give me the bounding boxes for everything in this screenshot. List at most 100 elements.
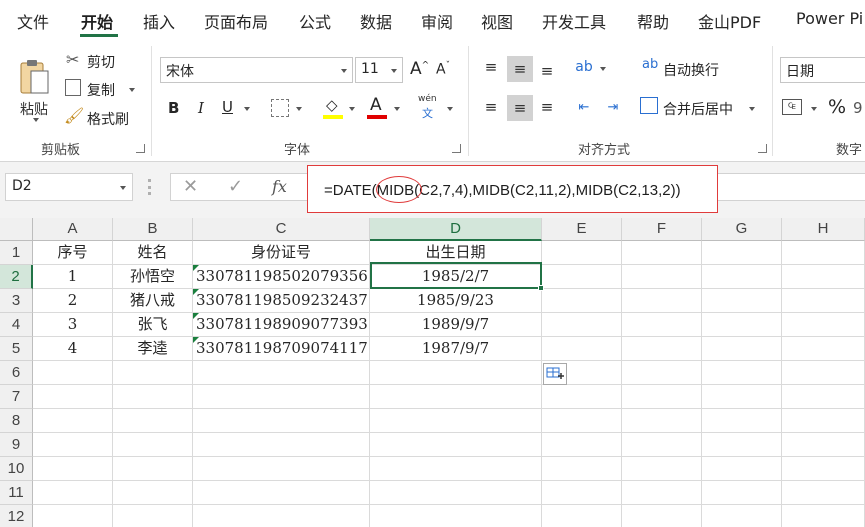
- formula-input[interactable]: =DATE(MIDB(C2,7,4),MIDB(C2,11,2),MIDB(C2…: [307, 165, 718, 213]
- column-header-e[interactable]: E: [542, 218, 622, 241]
- cell-h7[interactable]: [782, 385, 865, 409]
- cell-f9[interactable]: [622, 433, 702, 457]
- merge-center-button[interactable]: 合并后居中: [663, 99, 733, 119]
- paste-dropdown-icon[interactable]: [33, 118, 39, 122]
- cell-b3[interactable]: 猪八戒: [113, 289, 193, 313]
- cell-c9[interactable]: [193, 433, 370, 457]
- accounting-dropdown-icon[interactable]: [811, 107, 817, 111]
- row-header-11[interactable]: 11: [0, 481, 33, 505]
- cell-a9[interactable]: [33, 433, 113, 457]
- cell-f7[interactable]: [622, 385, 702, 409]
- row-header-2[interactable]: 2: [0, 265, 33, 289]
- cell-f2[interactable]: [622, 265, 702, 289]
- increase-indent-icon[interactable]: ⇥: [601, 95, 625, 119]
- merge-dropdown-icon[interactable]: [749, 107, 755, 111]
- phonetic-button[interactable]: wén: [418, 94, 437, 104]
- cell-d12[interactable]: [370, 505, 542, 527]
- cell-a7[interactable]: [33, 385, 113, 409]
- paste-button[interactable]: 粘贴: [14, 48, 54, 128]
- column-header-c[interactable]: C: [193, 218, 370, 241]
- row-header-5[interactable]: 5: [0, 337, 33, 361]
- cell-f6[interactable]: [622, 361, 702, 385]
- column-header-h[interactable]: H: [782, 218, 865, 241]
- tab-file[interactable]: 文件: [17, 9, 49, 33]
- cell-b1[interactable]: 姓名: [113, 241, 193, 265]
- cell-d6[interactable]: [370, 361, 542, 385]
- cell-f5[interactable]: [622, 337, 702, 361]
- select-all-corner[interactable]: [0, 218, 33, 241]
- cell-a8[interactable]: [33, 409, 113, 433]
- font-color-button[interactable]: A: [370, 95, 382, 115]
- cell-c6[interactable]: [193, 361, 370, 385]
- fill-handle[interactable]: [538, 285, 544, 291]
- align-bottom-icon[interactable]: ≡: [535, 60, 559, 82]
- row-header-7[interactable]: 7: [0, 385, 33, 409]
- cell-h4[interactable]: [782, 313, 865, 337]
- orientation-dropdown-icon[interactable]: [600, 67, 606, 71]
- cell-f1[interactable]: [622, 241, 702, 265]
- shrink-font-button[interactable]: Aˇ: [436, 61, 450, 78]
- cell-f12[interactable]: [622, 505, 702, 527]
- copy-dropdown-icon[interactable]: [129, 88, 135, 92]
- column-header-d[interactable]: D: [370, 218, 542, 241]
- row-header-9[interactable]: 9: [0, 433, 33, 457]
- align-middle-icon[interactable]: ≡: [507, 56, 533, 82]
- tab-formulas[interactable]: 公式: [299, 9, 331, 33]
- name-box[interactable]: D2: [5, 173, 133, 201]
- cell-d2[interactable]: 1985/2/7: [370, 265, 542, 289]
- cell-e8[interactable]: [542, 409, 622, 433]
- fill-color-icon[interactable]: ◇: [326, 96, 338, 114]
- align-top-icon[interactable]: ≡: [479, 56, 503, 78]
- cell-c8[interactable]: [193, 409, 370, 433]
- cell-e11[interactable]: [542, 481, 622, 505]
- align-center-icon[interactable]: ≡: [507, 95, 533, 121]
- cell-e3[interactable]: [542, 289, 622, 313]
- cell-d7[interactable]: [370, 385, 542, 409]
- cell-d3[interactable]: 1985/9/23: [370, 289, 542, 313]
- cell-h10[interactable]: [782, 457, 865, 481]
- cell-f11[interactable]: [622, 481, 702, 505]
- cell-c1[interactable]: 身份证号: [193, 241, 370, 265]
- cell-b11[interactable]: [113, 481, 193, 505]
- percent-style-button[interactable]: %: [828, 96, 846, 118]
- cell-h5[interactable]: [782, 337, 865, 361]
- cell-f10[interactable]: [622, 457, 702, 481]
- cell-g12[interactable]: [702, 505, 782, 527]
- cell-b4[interactable]: 张飞: [113, 313, 193, 337]
- cell-g8[interactable]: [702, 409, 782, 433]
- cell-a3[interactable]: 2: [33, 289, 113, 313]
- cell-f8[interactable]: [622, 409, 702, 433]
- cell-c12[interactable]: [193, 505, 370, 527]
- cell-d8[interactable]: [370, 409, 542, 433]
- column-header-b[interactable]: B: [113, 218, 193, 241]
- accounting-format-icon[interactable]: ₠: [782, 99, 802, 115]
- cell-e1[interactable]: [542, 241, 622, 265]
- cell-c11[interactable]: [193, 481, 370, 505]
- cell-g1[interactable]: [702, 241, 782, 265]
- insert-function-icon[interactable]: fx: [272, 177, 287, 196]
- tab-help[interactable]: 帮助: [637, 9, 669, 33]
- row-header-6[interactable]: 6: [0, 361, 33, 385]
- row-header-3[interactable]: 3: [0, 289, 33, 313]
- italic-button[interactable]: I: [198, 99, 204, 117]
- cell-a11[interactable]: [33, 481, 113, 505]
- row-header-12[interactable]: 12: [0, 505, 33, 527]
- cell-e5[interactable]: [542, 337, 622, 361]
- formula-input-extension[interactable]: [718, 173, 865, 201]
- cell-a10[interactable]: [33, 457, 113, 481]
- font-color-dropdown-icon[interactable]: [394, 107, 400, 111]
- cell-b2[interactable]: 孙悟空: [113, 265, 193, 289]
- cell-b5[interactable]: 李逵: [113, 337, 193, 361]
- cell-g3[interactable]: [702, 289, 782, 313]
- cell-g4[interactable]: [702, 313, 782, 337]
- tab-insert[interactable]: 插入: [143, 9, 175, 33]
- cell-d10[interactable]: [370, 457, 542, 481]
- cell-b10[interactable]: [113, 457, 193, 481]
- cell-a4[interactable]: 3: [33, 313, 113, 337]
- cell-e12[interactable]: [542, 505, 622, 527]
- column-header-f[interactable]: F: [622, 218, 702, 241]
- cell-g11[interactable]: [702, 481, 782, 505]
- column-header-g[interactable]: G: [702, 218, 782, 241]
- bold-button[interactable]: B: [168, 99, 179, 117]
- borders-dropdown-icon[interactable]: [296, 107, 302, 111]
